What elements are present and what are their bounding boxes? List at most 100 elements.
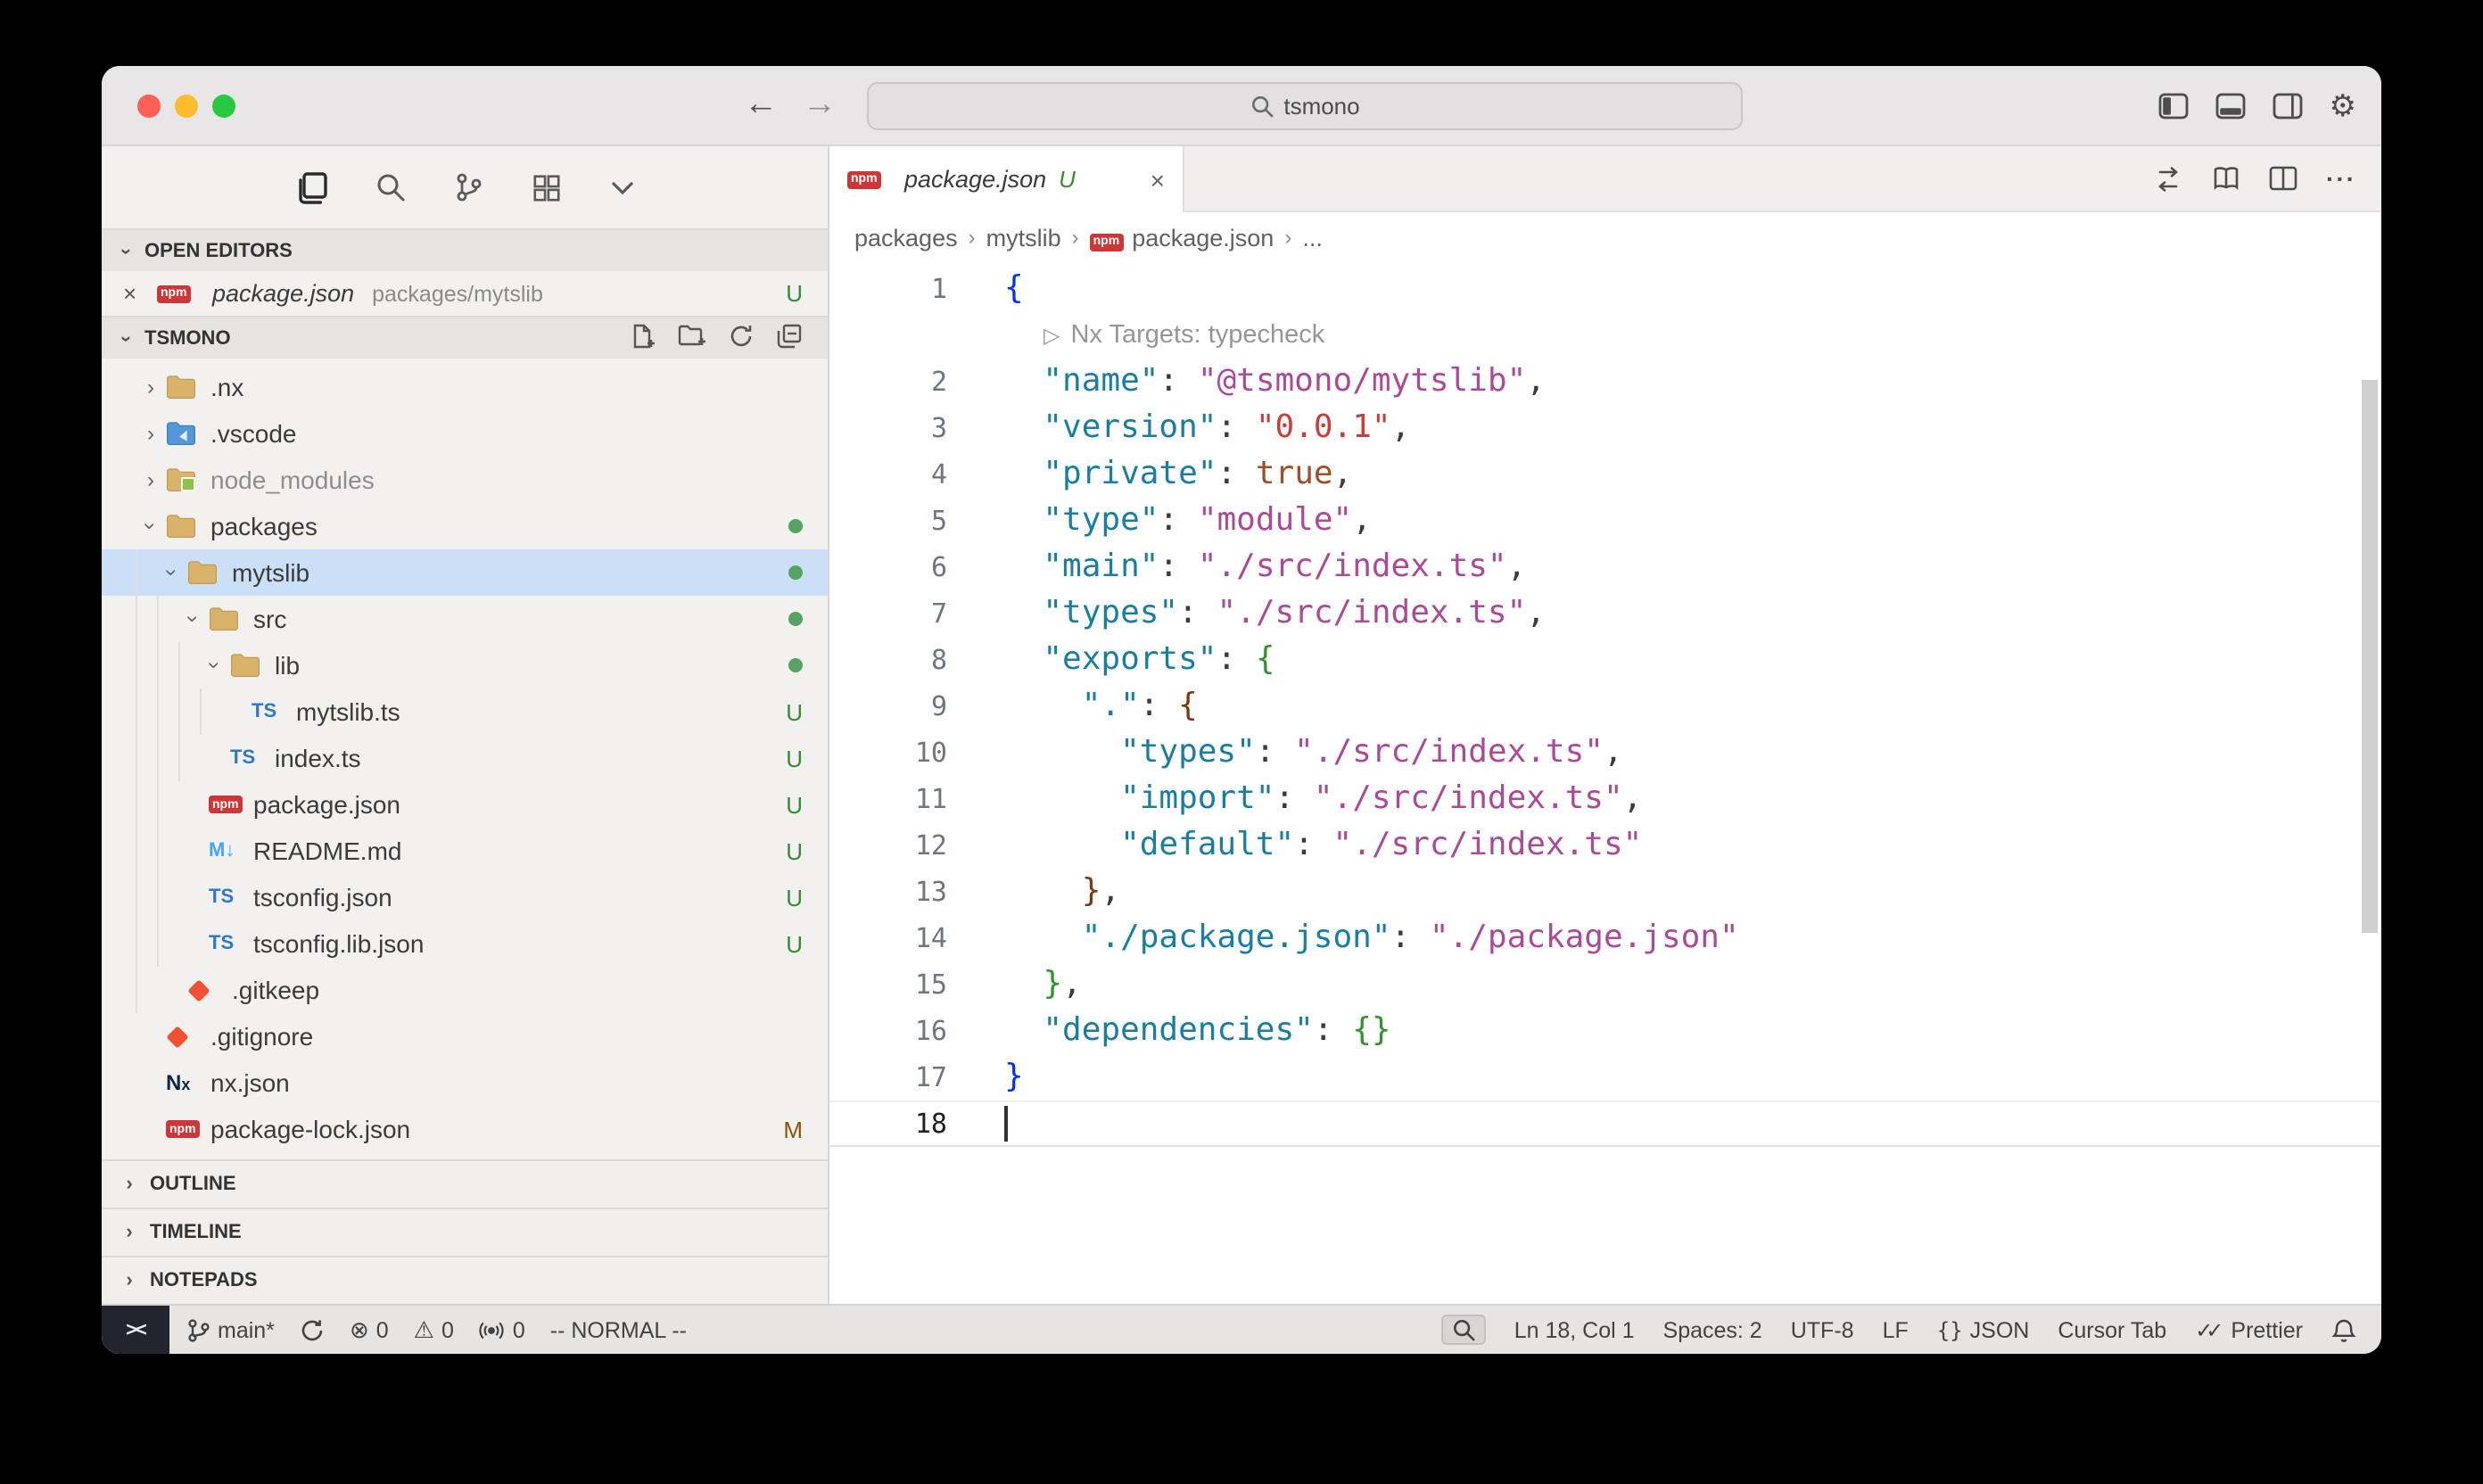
- code-line-7[interactable]: 7 "types": "./src/index.ts",: [829, 590, 2381, 637]
- toggle-sidebar-icon[interactable]: [2158, 92, 2189, 119]
- code-line-14[interactable]: 14 "./package.json": "./package.json": [829, 915, 2381, 961]
- status-lf[interactable]: LF: [1883, 1317, 1909, 1342]
- tree-item-index.ts[interactable]: TSindex.tsU: [102, 735, 828, 781]
- explorer-icon[interactable]: [293, 170, 327, 204]
- code-line-16[interactable]: 16 "dependencies": {}: [829, 1008, 2381, 1054]
- status-prettier[interactable]: ✓✓Prettier: [2195, 1317, 2303, 1342]
- tree-item-mytslib.ts[interactable]: TSmytslib.tsU: [102, 688, 828, 735]
- close-tab-icon[interactable]: ×: [1151, 165, 1165, 194]
- tree-item-.nx[interactable]: ›.nx: [102, 364, 828, 410]
- tab-package-json[interactable]: npm package.json U ×: [829, 146, 1184, 212]
- status-spaces-2[interactable]: Spaces: 2: [1663, 1317, 1762, 1342]
- code-line-1[interactable]: 1{: [829, 266, 2381, 312]
- timeline-section-header[interactable]: › TIMELINE: [102, 1208, 828, 1256]
- ts-icon: TS: [209, 883, 246, 911]
- search-panel-icon[interactable]: [374, 171, 406, 203]
- breadcrumb-item-mytslib[interactable]: mytslib: [986, 224, 1061, 251]
- chevron-right-icon[interactable]: ›: [136, 467, 166, 492]
- code-line-6[interactable]: 6 "main": "./src/index.ts",: [829, 544, 2381, 590]
- more-actions-icon[interactable]: ···: [2326, 164, 2356, 193]
- code-line-11[interactable]: 11 "import": "./src/index.ts",: [829, 776, 2381, 822]
- code-line-10[interactable]: 10 "types": "./src/index.ts",: [829, 730, 2381, 776]
- status-sync[interactable]: [300, 1317, 325, 1342]
- tree-item-nx.json[interactable]: Nxnx.json: [102, 1059, 828, 1106]
- toggle-panel-icon[interactable]: [2215, 92, 2246, 119]
- back-button[interactable]: ←: [744, 86, 778, 125]
- open-editors-header[interactable]: › OPEN EDITORS: [102, 228, 828, 271]
- tree-item-mytslib[interactable]: ›mytslib: [102, 549, 828, 596]
- chevron-down-icon[interactable]: ›: [181, 604, 206, 634]
- status-0[interactable]: ⚠0: [414, 1315, 454, 1344]
- breadcrumb-item--[interactable]: ...: [1302, 224, 1323, 251]
- code-line-17[interactable]: 17}: [829, 1054, 2381, 1101]
- minimize-window-button[interactable]: [175, 94, 198, 117]
- code-line-2[interactable]: 2 "name": "@tsmono/mytslib",: [829, 359, 2381, 405]
- status-0[interactable]: 0: [479, 1317, 525, 1342]
- status-main[interactable]: main*: [187, 1317, 275, 1342]
- tree-item-lib[interactable]: ›lib: [102, 642, 828, 688]
- status-bell[interactable]: [2331, 1317, 2356, 1342]
- command-center-search[interactable]: tsmono: [867, 82, 1743, 130]
- open-editor-item-package-json[interactable]: × npm package.json packages/mytslib U: [102, 271, 828, 316]
- collapse-all-icon[interactable]: [776, 322, 803, 354]
- more-views-chevron-icon[interactable]: [607, 173, 636, 202]
- code-line-15[interactable]: 15 },: [829, 961, 2381, 1008]
- status-ln-18-col-1[interactable]: Ln 18, Col 1: [1514, 1317, 1635, 1342]
- status-0[interactable]: ⊗0: [350, 1315, 389, 1344]
- tree-item-.gitignore[interactable]: .gitignore: [102, 1013, 828, 1059]
- codelens-nx-targets[interactable]: ▷Nx Targets: typecheck: [829, 312, 1324, 359]
- status-cursor-tab[interactable]: Cursor Tab: [2058, 1317, 2166, 1342]
- status-magnifier[interactable]: [1441, 1315, 1486, 1345]
- tree-item-tsconfig.lib.json[interactable]: TStsconfig.lib.jsonU: [102, 920, 828, 967]
- split-editor-icon[interactable]: [2269, 166, 2297, 191]
- status-utf-8[interactable]: UTF-8: [1791, 1317, 1854, 1342]
- code-line-13[interactable]: 13 },: [829, 869, 2381, 915]
- remote-window-button[interactable]: ><: [102, 1306, 169, 1354]
- status-json[interactable]: {}JSON: [1937, 1317, 2030, 1342]
- tree-item-.vscode[interactable]: ›.vscode: [102, 410, 828, 457]
- status-normal[interactable]: -- NORMAL --: [550, 1317, 687, 1342]
- notepads-section-header[interactable]: › NOTEPADS: [102, 1256, 828, 1304]
- tree-item-label: package-lock.json: [210, 1115, 410, 1143]
- editor-scrollbar[interactable]: [2362, 380, 2378, 933]
- code-editor[interactable]: 1{▷Nx Targets: typecheck2 "name": "@tsmo…: [829, 262, 2381, 1304]
- code-line-8[interactable]: 8 "exports": {: [829, 637, 2381, 683]
- tree-item-src[interactable]: ›src: [102, 596, 828, 642]
- code-line-18[interactable]: 18: [829, 1101, 2381, 1147]
- refresh-icon[interactable]: [728, 322, 755, 354]
- breadcrumb-item-package-json[interactable]: npmpackage.json: [1090, 224, 1274, 251]
- chevron-down-icon[interactable]: ›: [202, 650, 227, 680]
- tree-item-tsconfig.json[interactable]: TStsconfig.jsonU: [102, 874, 828, 920]
- extensions-icon[interactable]: [531, 172, 561, 202]
- zoom-window-button[interactable]: [212, 94, 235, 117]
- code-line-5[interactable]: 5 "type": "module",: [829, 498, 2381, 544]
- source-control-icon[interactable]: [452, 171, 484, 203]
- tree-item-README.md[interactable]: M↓README.mdU: [102, 828, 828, 874]
- tree-item-.gitkeep[interactable]: .gitkeep: [102, 967, 828, 1013]
- settings-gear-icon[interactable]: ⚙: [2330, 90, 2357, 120]
- close-window-button[interactable]: [137, 94, 161, 117]
- npm-icon: npm: [209, 790, 246, 819]
- new-folder-icon[interactable]: [678, 323, 706, 353]
- code-line-9[interactable]: 9 ".": {: [829, 683, 2381, 730]
- chevron-right-icon[interactable]: ›: [136, 375, 166, 400]
- tree-item-package-lock.json[interactable]: npmpackage-lock.jsonM: [102, 1106, 828, 1152]
- tree-item-node_modules[interactable]: ›node_modules: [102, 457, 828, 503]
- chevron-down-icon[interactable]: ›: [160, 557, 185, 588]
- compare-changes-icon[interactable]: [2153, 165, 2183, 192]
- code-line-4[interactable]: 4 "private": true,: [829, 451, 2381, 498]
- forward-button[interactable]: →: [803, 86, 837, 125]
- close-editor-icon[interactable]: ×: [123, 280, 146, 307]
- new-file-icon[interactable]: [630, 322, 656, 354]
- chevron-right-icon[interactable]: ›: [136, 421, 166, 446]
- outline-section-header[interactable]: › OUTLINE: [102, 1159, 828, 1208]
- breadcrumb-item-packages[interactable]: packages: [854, 224, 958, 251]
- code-line-3[interactable]: 3 "version": "0.0.1",: [829, 405, 2381, 451]
- toggle-secondary-sidebar-icon[interactable]: [2273, 92, 2303, 119]
- tree-item-packages[interactable]: ›packages: [102, 503, 828, 549]
- open-preview-icon[interactable]: [2212, 166, 2240, 191]
- tree-item-package.json[interactable]: npmpackage.jsonU: [102, 781, 828, 828]
- code-line-12[interactable]: 12 "default": "./src/index.ts": [829, 822, 2381, 869]
- chevron-down-icon[interactable]: ›: [138, 511, 163, 541]
- workspace-header[interactable]: › TSMONO: [102, 316, 828, 359]
